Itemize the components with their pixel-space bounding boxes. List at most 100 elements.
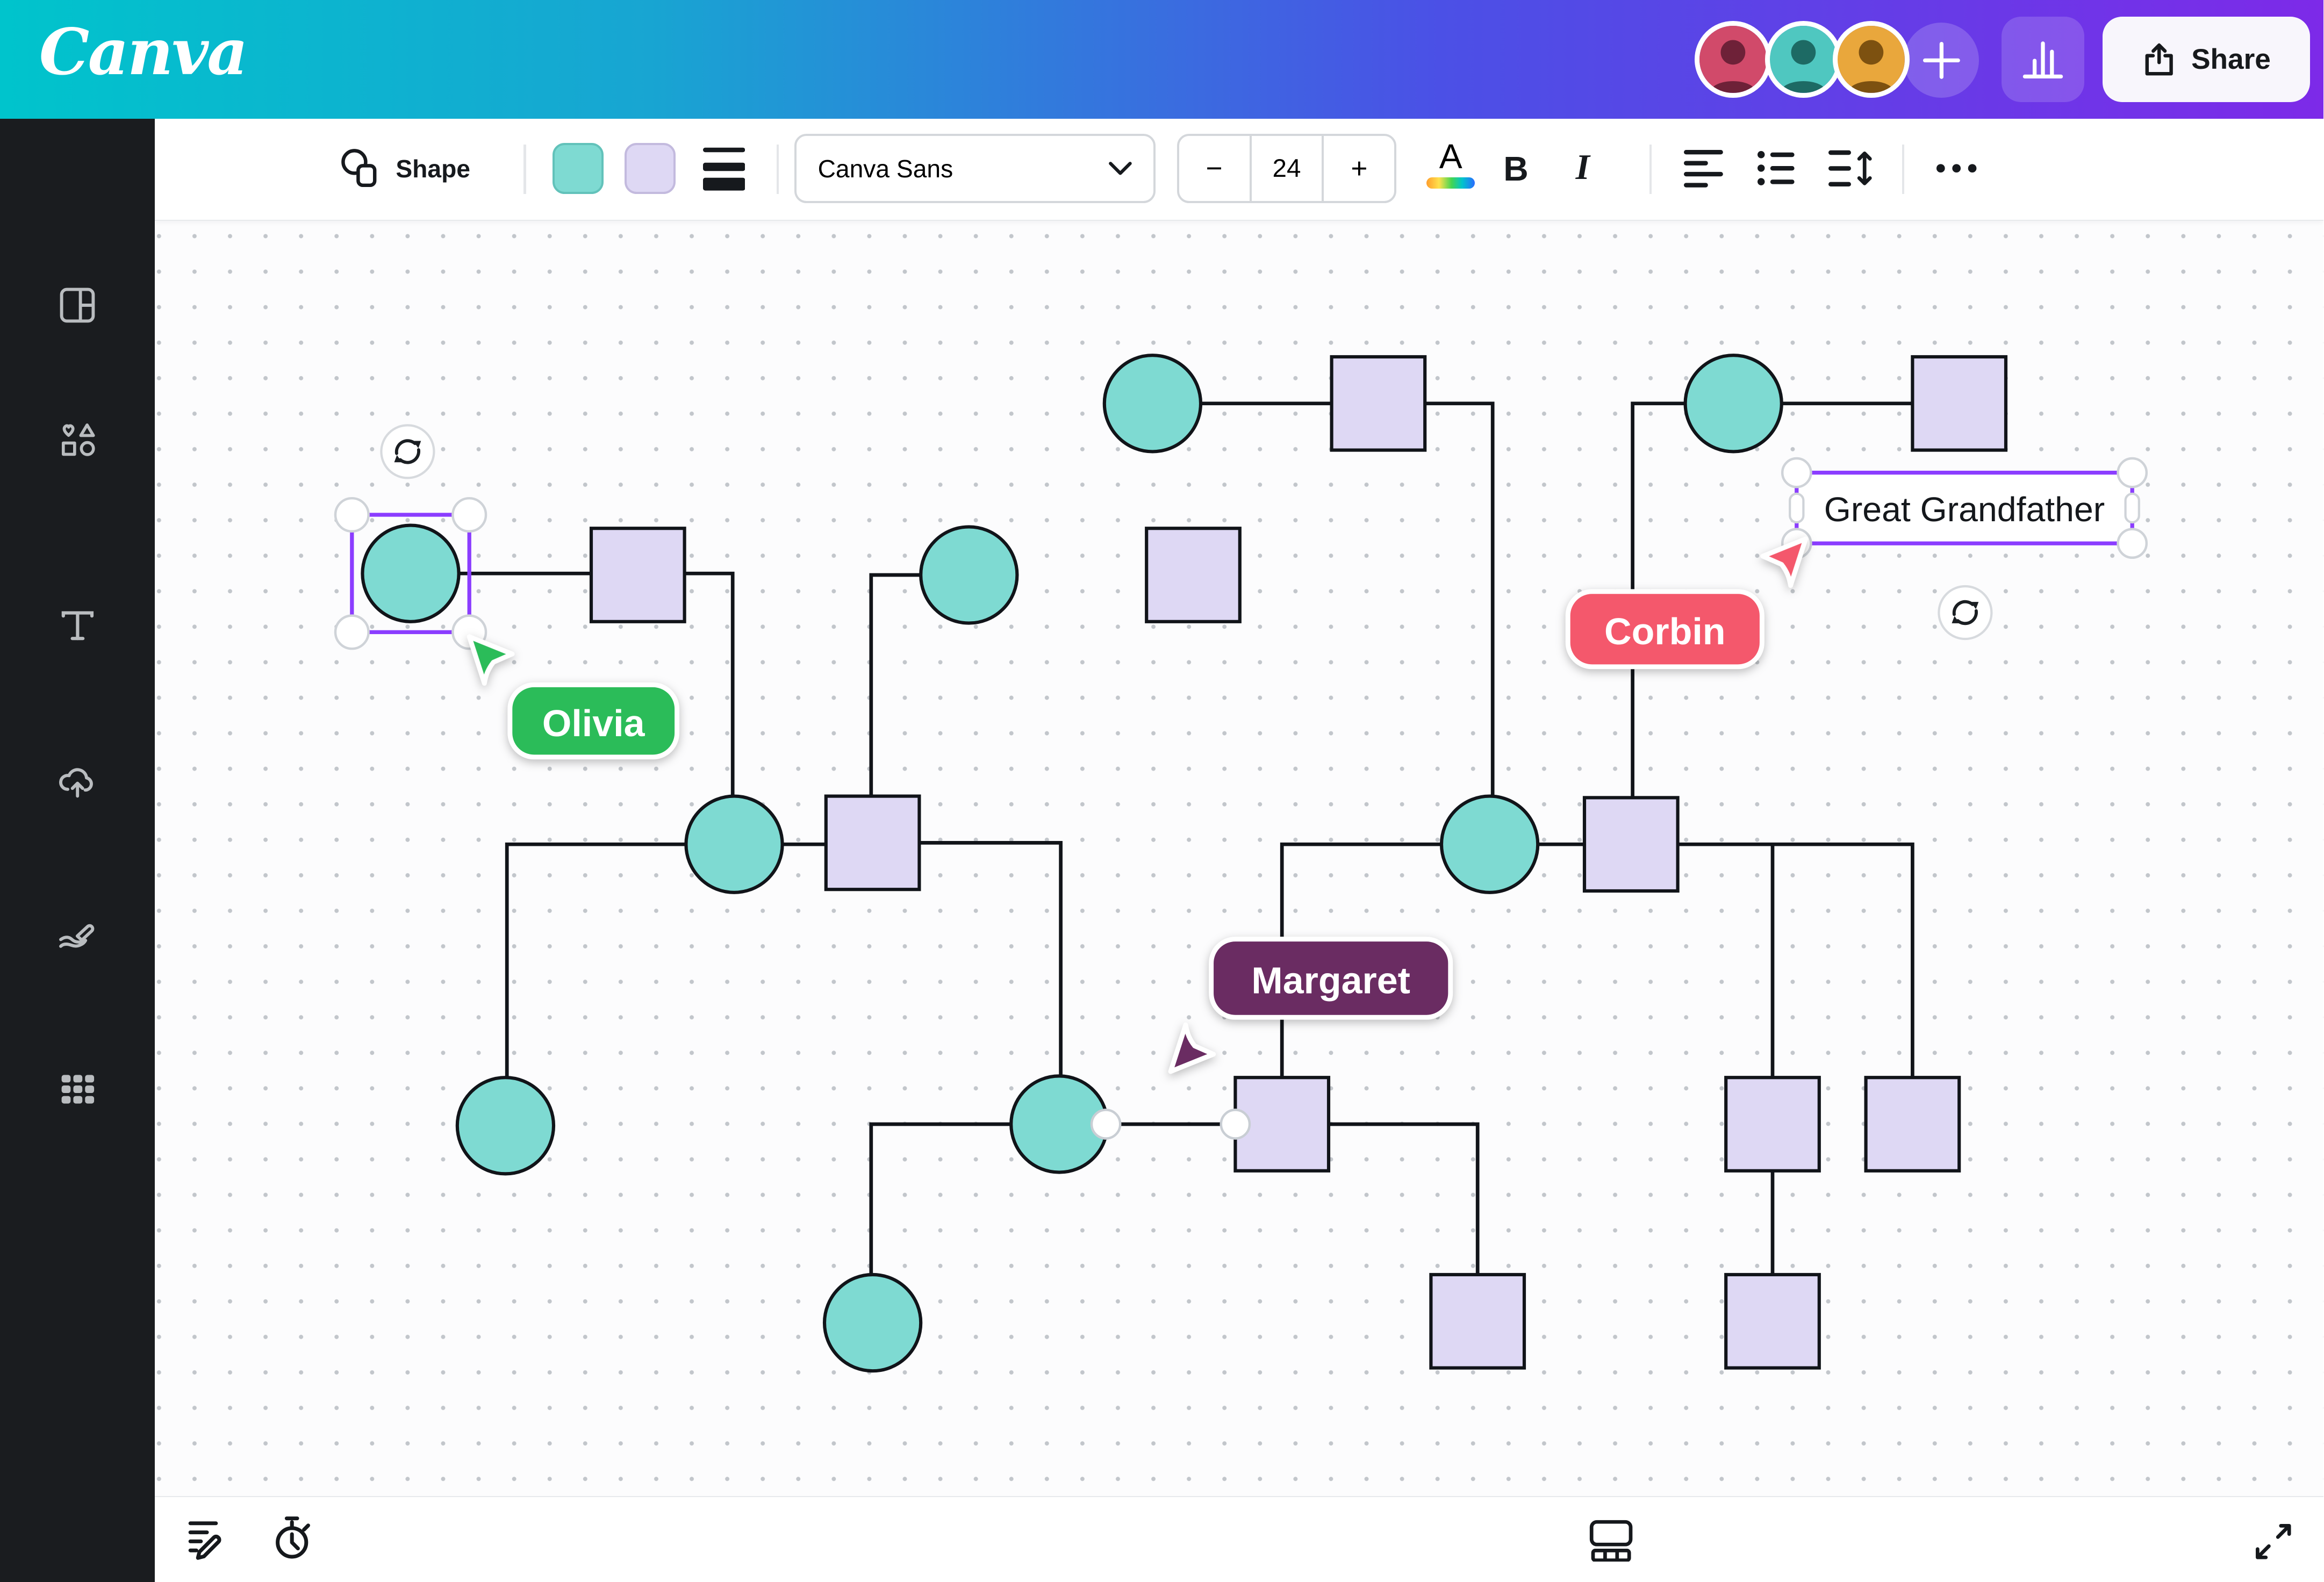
person-square[interactable] [826,796,920,889]
toolbar-divider [777,145,779,194]
connector-line[interactable] [507,844,695,1087]
add-collaborator-button[interactable] [1904,23,1979,98]
rotate-handle[interactable] [382,425,434,478]
text-tool-icon [58,606,97,645]
border-weight-button[interactable] [703,119,745,218]
design-canvas[interactable]: Great Grandfather Olivia Corbin Margaret [155,221,2323,1497]
font-size-increase-button[interactable]: + [1324,136,1394,201]
shape-type-button[interactable]: Shape [339,119,470,218]
pages-view-icon [1589,1520,1633,1562]
alignment-button[interactable] [1684,119,1725,218]
connector-line[interactable] [871,1124,1020,1284]
collaborator-cursor-corbin: Corbin [1568,538,1806,666]
person-square[interactable] [1726,1077,1820,1171]
avatar-face-icon [1699,26,1767,93]
cursor-name-label: Olivia [542,702,645,744]
person-square[interactable] [1332,357,1425,450]
sidebar-item-uploads[interactable] [0,739,155,823]
bullet-list-button[interactable] [1758,119,1795,218]
person-square[interactable] [1913,357,2006,450]
circle-fill-swatch[interactable] [553,143,604,194]
person-circle[interactable] [824,1275,921,1371]
cursor-arrow-icon [470,636,513,683]
selection-handle[interactable] [2118,529,2147,557]
square-fill-swatch[interactable] [625,143,676,194]
notes-button[interactable] [188,1518,230,1566]
apps-grid-icon [59,1070,96,1108]
connector-line[interactable] [1321,1124,1477,1284]
fullscreen-button[interactable] [2253,1521,2294,1568]
sidebar-item-apps[interactable] [0,1047,155,1132]
design-panels-icon [59,286,96,324]
shape-tool-icon [339,146,382,191]
insights-button[interactable] [2002,17,2084,103]
connector-line[interactable] [871,575,930,807]
connector-line[interactable] [1670,844,1913,1087]
font-name: Canva Sans [818,154,953,183]
collaborator-cursor-olivia: Olivia [470,636,677,757]
avatar[interactable] [1695,21,1771,98]
person-square[interactable] [1147,528,1240,622]
cursor-name-label: Corbin [1604,610,1725,652]
family-tree-scene: Great Grandfather Olivia Corbin Margaret [155,221,2323,1499]
bold-button[interactable]: B [1503,139,1548,199]
selection-handle[interactable] [2118,458,2147,487]
text-color-button[interactable]: A [1422,139,1479,199]
selection-handle[interactable] [335,615,369,649]
person-square[interactable] [1726,1275,1820,1368]
sidebar-item-text[interactable] [0,584,155,668]
sidebar-item-elements[interactable] [0,397,155,481]
upload-cloud-icon [56,761,98,801]
collaborator-cursor-margaret: Margaret [1171,939,1451,1071]
toolbar-divider [1902,145,1904,194]
plus-icon [1922,41,1961,80]
more-options-button[interactable] [1935,119,1977,218]
avatar[interactable] [1765,21,1842,98]
person-square[interactable] [1584,797,1678,891]
font-size-value[interactable]: 24 [1250,136,1324,201]
person-circle[interactable] [921,527,1017,623]
selection-handle[interactable] [453,498,486,531]
person-circle[interactable] [457,1077,554,1174]
person-circle[interactable] [1441,796,1538,892]
toolbar-divider [523,145,526,194]
rainbow-underline [1426,177,1475,189]
italic-button[interactable]: I [1576,137,1621,197]
selection-handle[interactable] [1783,458,1811,487]
person-square[interactable] [591,528,685,622]
avatar[interactable] [1833,21,1910,98]
person-circle[interactable] [686,796,783,892]
connector-endpoint-handle[interactable] [1092,1110,1120,1138]
rotate-handle[interactable] [1939,586,1992,639]
canva-logo[interactable]: Canva [39,15,247,89]
connector-line[interactable] [1416,403,1493,806]
sidebar-item-design[interactable] [0,263,155,348]
context-toolbar: Shape Canva Sans − 24 + A B I [155,119,2323,221]
timer-button[interactable] [271,1515,314,1568]
cursor-arrow-icon [1763,538,1806,585]
spacing-button[interactable] [1828,119,1874,218]
column-chart-icon [2020,38,2065,80]
person-circle[interactable] [363,525,459,621]
rotate-handle-circle[interactable] [382,425,434,478]
grid-view-button[interactable] [1589,1520,1633,1567]
rotate-handle-circle[interactable] [1939,586,1992,639]
line-spacing-icon [1828,149,1874,188]
font-size-decrease-button[interactable]: − [1179,136,1250,201]
text-width-handle[interactable] [2126,493,2139,522]
connector-endpoint-handle[interactable] [1221,1110,1250,1138]
person-square[interactable] [1431,1275,1525,1368]
share-button[interactable]: Share [2103,17,2310,103]
sidebar-item-draw[interactable] [0,894,155,978]
connector-line[interactable] [912,843,1061,1087]
text-element[interactable]: Great Grandfather [1824,490,2105,529]
canva-app: Canva [0,0,2323,1582]
text-width-handle[interactable] [1790,493,1804,522]
person-circle[interactable] [1685,355,1782,451]
person-circle[interactable] [1104,355,1201,451]
font-family-select[interactable]: Canva Sans [794,134,1156,203]
sidebar [0,119,155,1582]
person-square[interactable] [1866,1077,1960,1171]
ellipsis-icon [1935,162,1977,174]
selection-handle[interactable] [335,498,369,531]
